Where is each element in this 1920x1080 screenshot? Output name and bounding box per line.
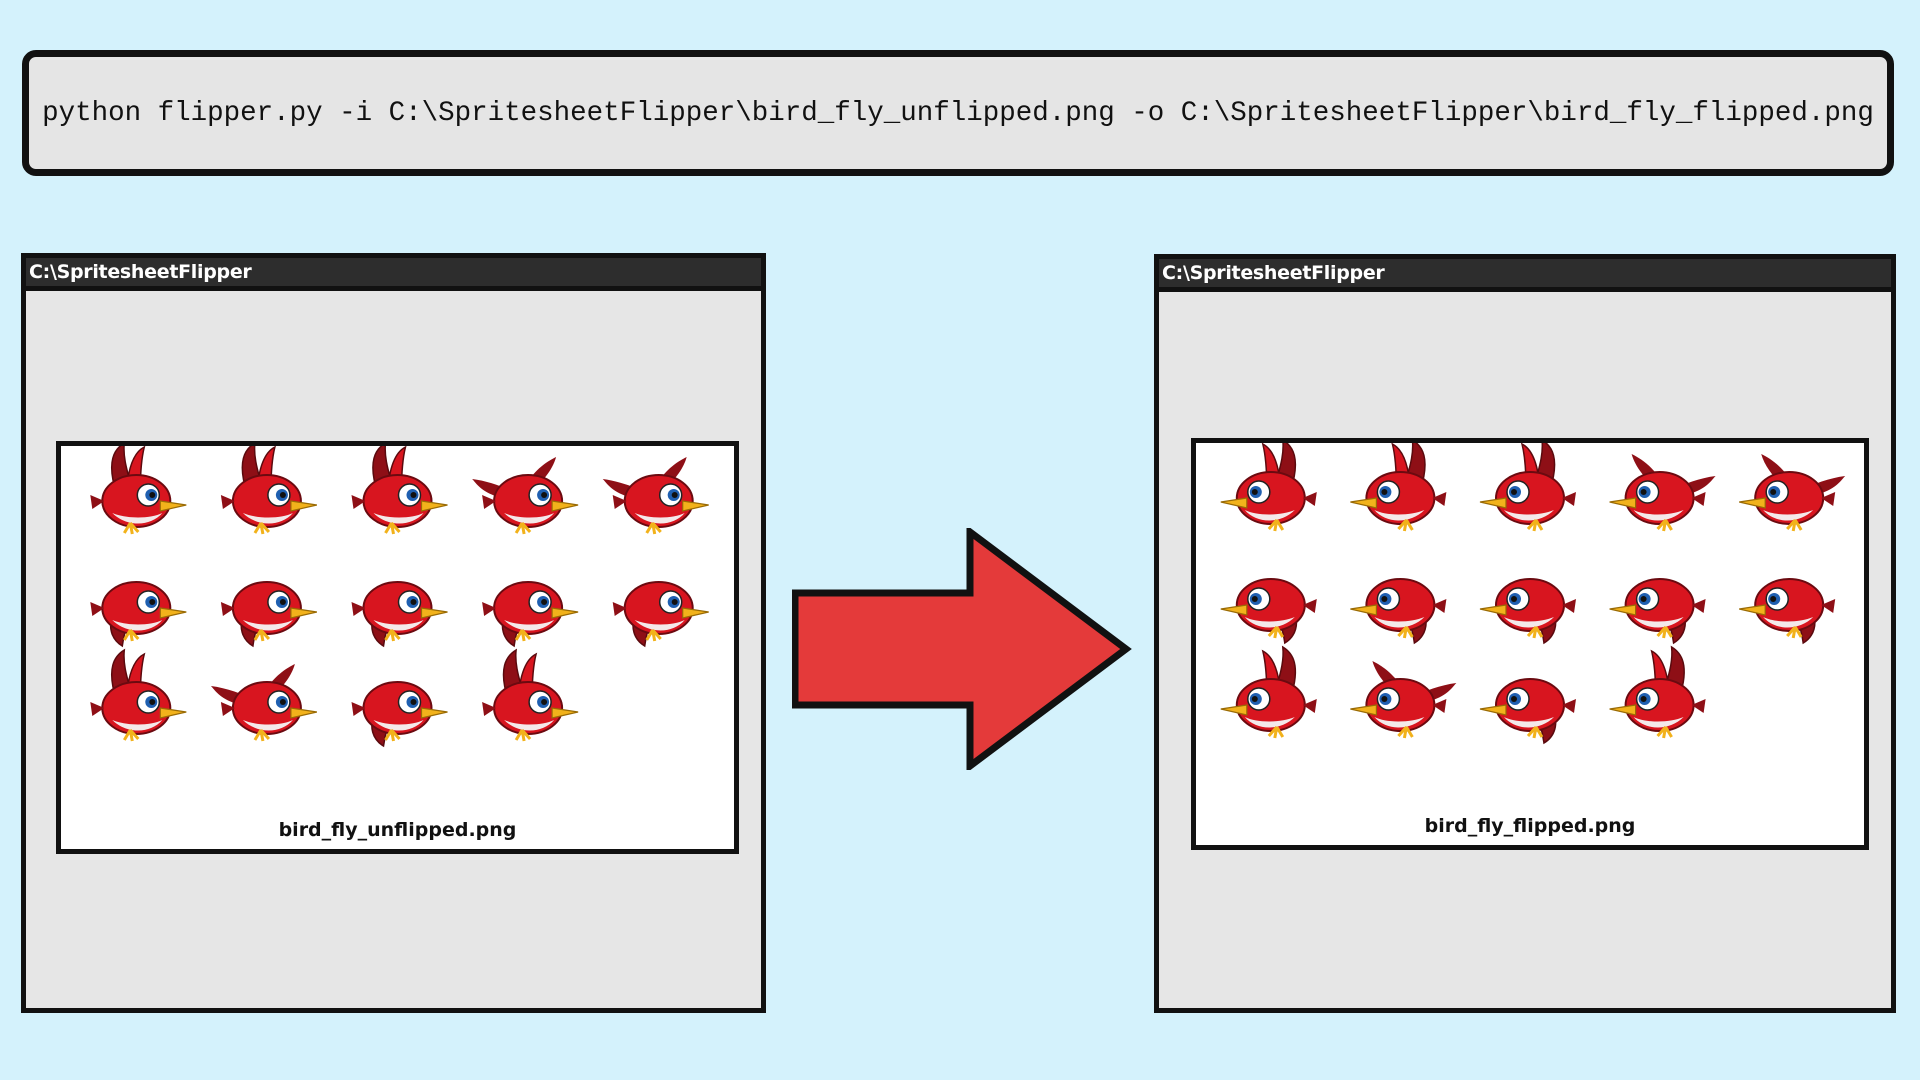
bird-sprite [1609, 578, 1706, 645]
bird-sprite [210, 664, 318, 742]
bird-sprite [220, 581, 318, 648]
bird-sprite [90, 581, 187, 648]
command-box: python flipper.py -i C:\SpritesheetFlipp… [22, 50, 1894, 176]
bird-sprite [1739, 454, 1846, 532]
left-explorer-window: C:\SpritesheetFlipper bird_fly_unflipped… [21, 253, 766, 1013]
bird-sprite [1479, 443, 1576, 532]
file-name-caption: bird_fly_unflipped.png [278, 819, 517, 841]
command-text: python flipper.py -i C:\SpritesheetFlipp… [42, 97, 1874, 129]
bird-sprite [602, 457, 709, 535]
bird-sprite [1220, 645, 1317, 739]
bird-sprite [1609, 645, 1706, 739]
bird-sprite [1739, 578, 1836, 645]
bird-sprite [472, 457, 579, 535]
bird-sprite [1479, 678, 1576, 745]
bird-sprite [90, 648, 187, 742]
spritesheet-unflipped[interactable]: bird_fly_unflipped.png [56, 441, 739, 854]
bird-sprite [1220, 443, 1317, 532]
right-explorer-window: C:\SpritesheetFlipper bird_fly_flipped.p… [1154, 254, 1896, 1013]
bird-sprite [351, 581, 448, 648]
spritesheet-flipped[interactable]: bird_fly_flipped.png [1191, 438, 1869, 850]
bird-sprite [1609, 454, 1716, 532]
bird-sprite [482, 581, 579, 648]
bird-sprite [1479, 578, 1576, 645]
bird-sprite [1350, 443, 1447, 532]
right-arrow-icon [792, 528, 1132, 770]
bird-sprite [482, 648, 579, 742]
window-title: C:\SpritesheetFlipper [26, 258, 761, 291]
bird-sprite [1350, 578, 1447, 645]
bird-sprite [220, 446, 318, 535]
bird-sprite [351, 446, 448, 535]
bird-sprites-unflipped [90, 446, 709, 748]
bird-sprites-flipped [1220, 443, 1846, 745]
bird-sprite [612, 581, 709, 648]
bird-sprite [351, 681, 448, 748]
file-name-caption: bird_fly_flipped.png [1424, 815, 1636, 837]
bird-sprite [1350, 661, 1457, 739]
bird-sprite [90, 446, 187, 535]
bird-sprite [1220, 578, 1317, 645]
window-title: C:\SpritesheetFlipper [1159, 259, 1891, 292]
